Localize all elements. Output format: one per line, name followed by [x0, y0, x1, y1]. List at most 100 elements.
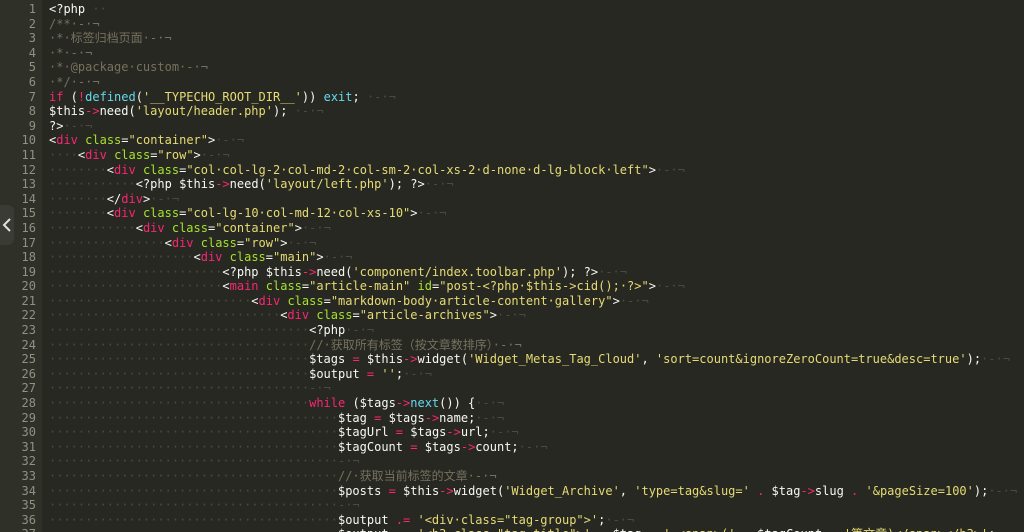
code-line[interactable]: 19 ························<?php $this->n… [0, 265, 1024, 280]
code-text[interactable]: ?>·-·¬ [49, 119, 92, 134]
code-line[interactable]: 22 ································<div c… [0, 308, 1024, 323]
code-text[interactable]: ·*·标签归档页面·-·¬ [49, 31, 172, 46]
code-line[interactable]: 37 ······································… [0, 527, 1024, 532]
code-line[interactable]: 18 ····················<div class="main">… [0, 250, 1024, 265]
code-text[interactable]: ····<div class="row">·-·¬ [49, 148, 230, 163]
code-token: div [114, 206, 136, 221]
code-line[interactable]: 29 ······································… [0, 411, 1024, 426]
code-line[interactable]: 33 ······································… [0, 469, 1024, 484]
code-token: ·-·¬ [63, 118, 93, 133]
code-text[interactable]: ········································… [49, 425, 519, 440]
code-token: $tags [410, 425, 447, 440]
code-token: ; [988, 527, 995, 532]
code-text[interactable]: ········································… [49, 440, 548, 455]
code-line[interactable]: 10 <div class="container">·-·¬ [0, 133, 1024, 148]
code-text[interactable]: /**·-·¬ [49, 17, 100, 32]
code-line[interactable]: 24 ····································//… [0, 338, 1024, 353]
code-line[interactable]: 9 ?>·-·¬ [0, 119, 1024, 134]
code-line[interactable]: 15 ········<div class="col-lg-10·col-md-1… [0, 206, 1024, 221]
code-text[interactable]: if (!defined('__TYPECHO_ROOT_DIR__')) ex… [49, 90, 396, 105]
code-line[interactable]: 27 ····································-·… [0, 381, 1024, 396]
code-text[interactable]: ········································… [49, 527, 995, 532]
code-token: ···································· [49, 337, 310, 352]
code-text[interactable]: ····························<div class="… [49, 294, 649, 309]
code-token: 'Widget_Archive' [504, 483, 620, 498]
code-text[interactable]: ····································$out… [49, 367, 432, 382]
code-text[interactable]: ············<div class="container">·-·¬ [49, 221, 331, 236]
code-text[interactable]: ································<div cla… [49, 308, 526, 323]
code-text[interactable]: ·*·-·¬ [49, 46, 92, 61]
line-number: 9 [28, 118, 36, 133]
code-text[interactable]: ········································… [49, 454, 360, 469]
code-text[interactable]: ········</div>·-·¬ [49, 192, 179, 207]
code-text[interactable]: ····················<div class="main">·-… [49, 250, 353, 265]
code-token: ); ?> [561, 264, 599, 279]
code-token: 'layout/header.php' [135, 104, 273, 119]
code-text[interactable]: <div class="container">·-·¬ [49, 133, 244, 148]
code-token: ·-·¬ [345, 323, 375, 338]
code-line[interactable]: 14 ········</div>·-·¬ [0, 192, 1024, 207]
code-text[interactable]: ························<main class="art… [49, 279, 685, 294]
code-line[interactable]: 6 ·*/·-·¬ [0, 75, 1024, 90]
code-line[interactable]: 17 ················<div class="row">·-·¬ [0, 236, 1024, 251]
code-line[interactable]: 25 ····································$t… [0, 352, 1024, 367]
code-line[interactable]: 26 ····································$o… [0, 367, 1024, 382]
code-line[interactable]: 36 ······································… [0, 513, 1024, 528]
collapse-sidebar-handle[interactable] [0, 205, 14, 245]
code-line[interactable]: 4 ·*·-·¬ [0, 46, 1024, 61]
code-text[interactable]: ········<div class="col-lg-10·col-md-12·… [49, 206, 446, 221]
code-token: $tag [337, 410, 367, 425]
code-line[interactable]: 31 ······································… [0, 440, 1024, 455]
code-line[interactable]: 35 ······································… [0, 498, 1024, 513]
code-token: "markdown-body·article-content·gallery" [330, 293, 613, 308]
code-line[interactable]: 16 ············<div class="container">·-·… [0, 221, 1024, 236]
code-text[interactable]: ················<div class="row">·-·¬ [49, 236, 316, 251]
code-text[interactable]: <?php ·· [49, 2, 107, 17]
code-text[interactable]: ························<?php $this->nee… [49, 265, 627, 280]
code-line[interactable]: 2 /**·-·¬ [0, 17, 1024, 32]
code-text[interactable]: ····································whil… [49, 396, 504, 411]
code-line[interactable]: 8 $this->need('layout/header.php'); ·-·¬ [0, 104, 1024, 119]
code-text[interactable]: ····································<?ph… [49, 323, 374, 338]
code-line[interactable]: 1 <?php ·· [0, 2, 1024, 17]
code-text[interactable]: ············<?php $this->need('layout/le… [49, 177, 454, 192]
code-text[interactable]: ····································$tag… [49, 352, 1010, 367]
code-token: <?php [135, 177, 180, 192]
code-text[interactable]: $this->need('layout/header.php'); ·-·¬ [49, 104, 324, 119]
code-line[interactable]: 7 if (!defined('__TYPECHO_ROOT_DIR__')) e… [0, 90, 1024, 105]
code-token: ( [63, 89, 78, 104]
line-number: 20 [21, 279, 36, 294]
code-editor[interactable]: 1 <?php ·· 2 /**·-·¬ 3 ·*·标签归档页面·-·¬ 4 ·*·-·¬ 5 ·… [0, 0, 1024, 532]
code-line[interactable]: 5 ·*·@package·custom·-·¬ [0, 60, 1024, 75]
code-line[interactable]: 23 ····································<?… [0, 323, 1024, 338]
code-token: > [193, 147, 201, 162]
code-lines[interactable]: 1 <?php ·· 2 /**·-·¬ 3 ·*·标签归档页面·-·¬ 4 ·*·-·¬ 5 ·… [0, 2, 1024, 532]
code-text[interactable]: ········································… [49, 498, 360, 513]
code-line[interactable]: 20 ························<main class="a… [0, 279, 1024, 294]
code-line[interactable]: 11 ····<div class="row">·-·¬ [0, 148, 1024, 163]
code-token: $tags [359, 396, 396, 411]
code-text[interactable]: ·*/·-·¬ [49, 75, 100, 90]
code-line[interactable]: 21 ····························<div class… [0, 294, 1024, 309]
code-text[interactable]: ····································//·获… [49, 338, 522, 353]
code-text[interactable]: ········································… [49, 484, 1017, 499]
code-text[interactable]: ·*·@package·custom·-·¬ [49, 60, 208, 75]
code-line[interactable]: 34 ······································… [0, 484, 1024, 499]
code-line[interactable]: 12 ········<div class="col·col-lg-2·col-m… [0, 163, 1024, 178]
code-token: < [164, 235, 172, 250]
code-line[interactable]: 13 ············<?php $this->need('layout/… [0, 177, 1024, 192]
code-text[interactable]: ········································… [49, 469, 497, 484]
code-token: ·-·¬ [215, 133, 245, 148]
code-line[interactable]: 28 ····································wh… [0, 396, 1024, 411]
code-token: ·-·¬ [496, 308, 526, 323]
code-text[interactable]: ····································-·¬ [49, 381, 331, 396]
code-token: //·获取所有标签（按文章数排序）·-·¬ [309, 337, 522, 352]
code-text[interactable]: ········································… [49, 513, 634, 528]
code-text[interactable]: ········································… [49, 411, 504, 426]
code-token: > [316, 250, 324, 265]
code-line[interactable]: 3 ·*·标签归档页面·-·¬ [0, 31, 1024, 46]
code-text[interactable]: ········<div class="col·col-lg-2·col-md-… [49, 163, 685, 178]
code-line[interactable]: 32 ······································… [0, 454, 1024, 469]
code-token: next [410, 396, 440, 411]
code-line[interactable]: 30 ······································… [0, 425, 1024, 440]
